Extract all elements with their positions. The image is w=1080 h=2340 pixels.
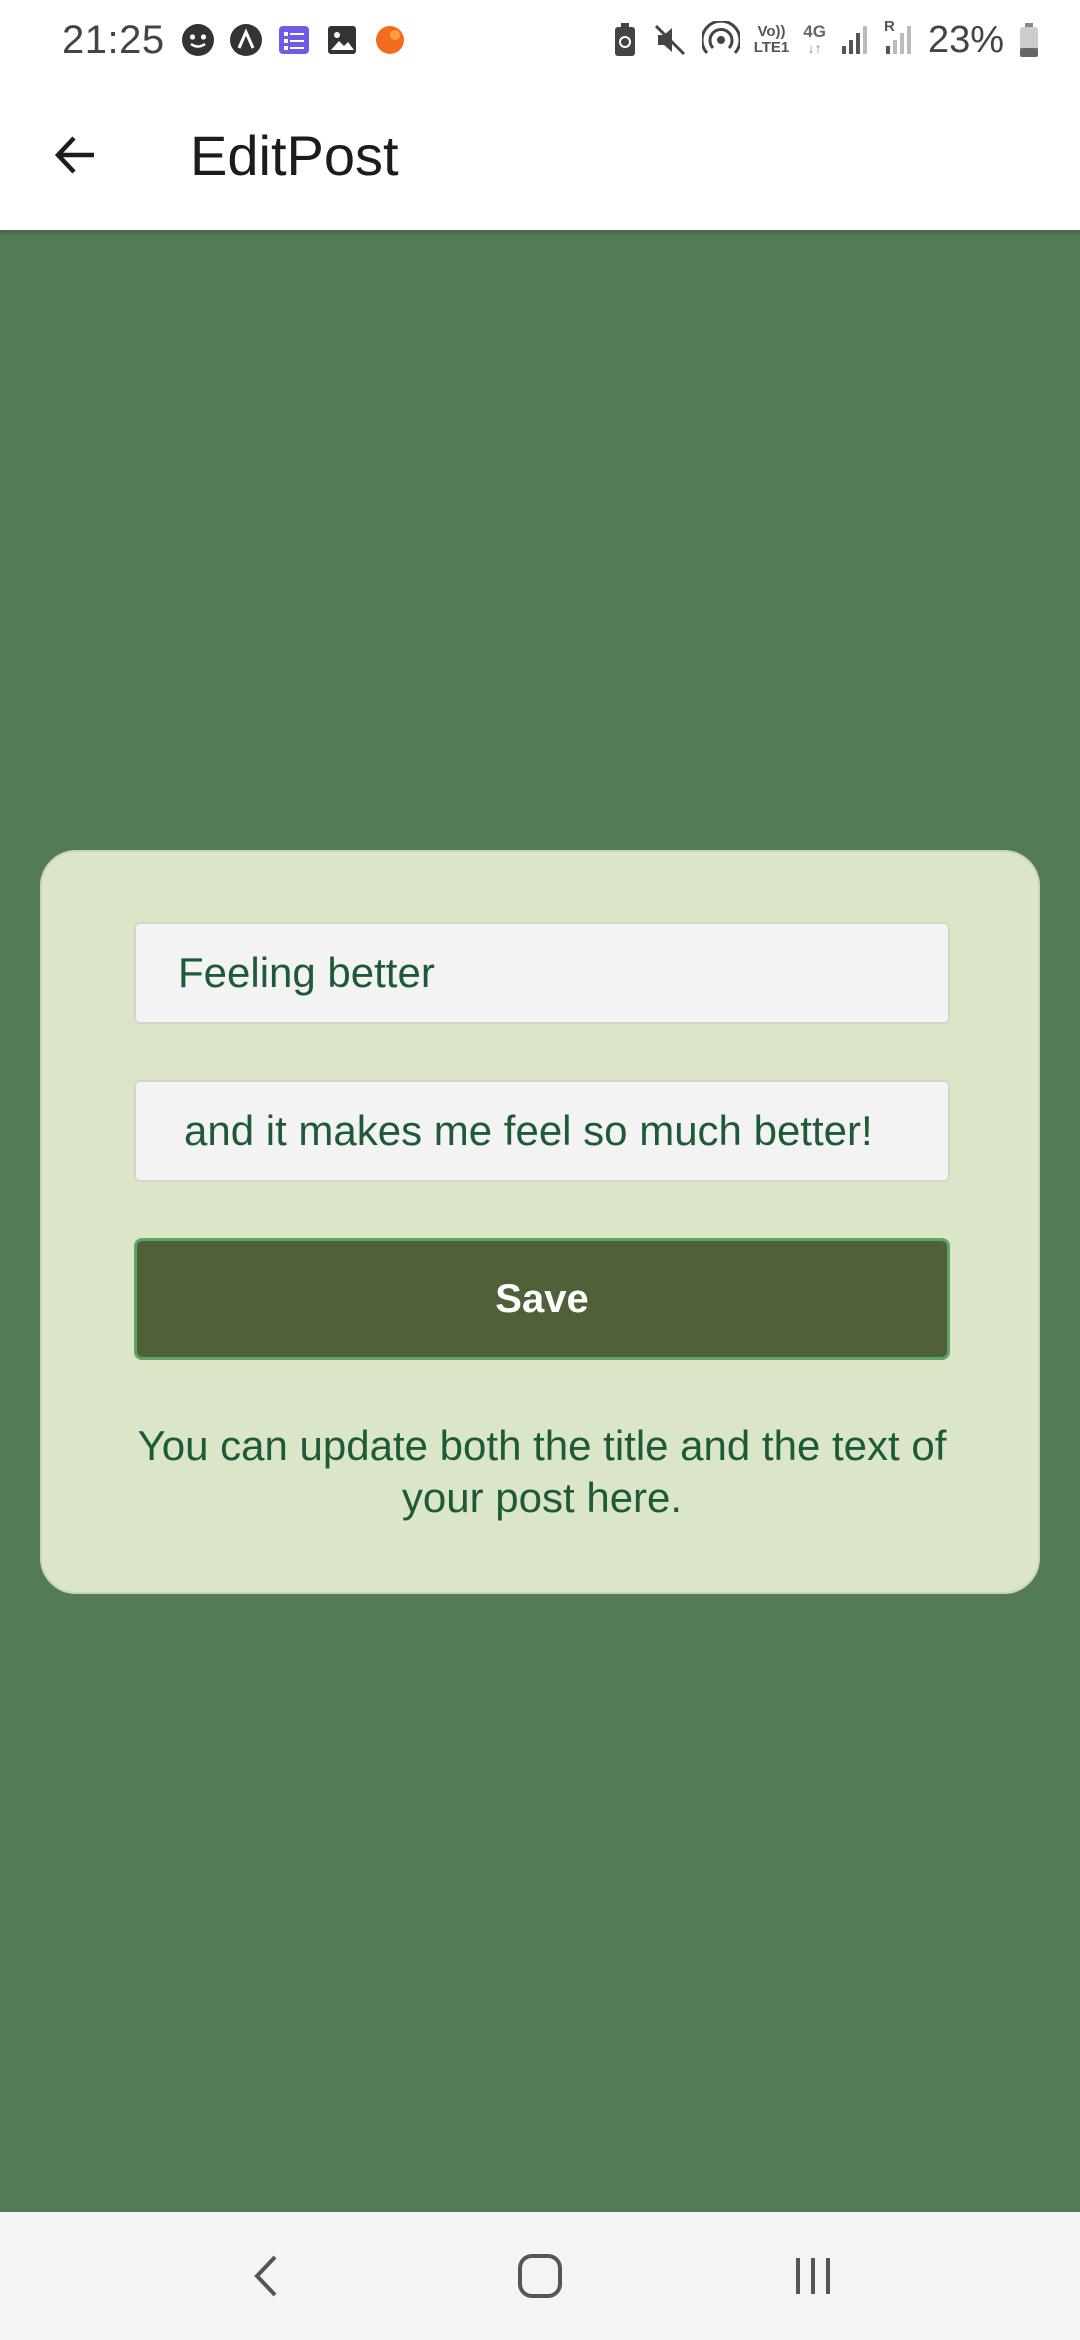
save-button[interactable]: Save [134, 1238, 950, 1360]
nav-back-button[interactable] [212, 2221, 322, 2331]
hotspot-icon [701, 21, 740, 59]
mute-icon [652, 22, 688, 58]
body-input[interactable] [134, 1080, 950, 1182]
signal-icon [840, 24, 870, 56]
volte-label-bottom: LTE1 [753, 39, 790, 56]
form-icon [277, 23, 311, 57]
back-button[interactable] [30, 110, 120, 200]
battery-icon [1018, 22, 1040, 58]
face-icon [181, 23, 215, 57]
status-right: Vo)) LTE1 4G ↓↑ R 23% [612, 18, 1040, 62]
roaming-label: R [883, 18, 895, 35]
title-input[interactable] [134, 922, 950, 1024]
volte-label-top: Vo)) [757, 23, 786, 40]
app-bar: EditPost [0, 80, 1080, 230]
nav-recents-button[interactable] [758, 2221, 868, 2331]
notification-icons [181, 23, 407, 57]
4g-icon: 4G ↓↑ [803, 23, 826, 57]
recents-icon [796, 2258, 831, 2294]
battery-saver-icon [612, 22, 638, 58]
status-time: 21:25 [62, 17, 165, 62]
home-icon [517, 2254, 562, 2298]
arrow-left-icon [54, 136, 94, 174]
back-chevron-icon [253, 2255, 277, 2297]
network-label: 4G [803, 22, 826, 41]
volte-icon: Vo)) LTE1 [754, 24, 790, 56]
lambda-icon [229, 23, 263, 57]
image-icon [325, 23, 359, 57]
content-area: Save You can update both the title and t… [0, 230, 1080, 2212]
nav-home-button[interactable] [485, 2221, 595, 2331]
system-nav-bar [0, 2212, 1080, 2340]
edit-post-card: Save You can update both the title and t… [40, 850, 1040, 1594]
page-title: EditPost [190, 123, 399, 187]
status-bar: 21:25 Vo)) LTE1 4G ↓↑ R 23% [0, 0, 1080, 80]
roaming-signal-icon: R [884, 18, 914, 56]
screen: 21:25 Vo)) LTE1 4G ↓↑ R 23% EditPost Fee… [0, 0, 1080, 2340]
data-arrows-icon: ↓↑ [807, 40, 822, 56]
battery-percent: 23% [927, 18, 1004, 61]
orange-dot-icon [373, 23, 407, 57]
helper-text: You can update both the title and the te… [137, 1422, 947, 1521]
